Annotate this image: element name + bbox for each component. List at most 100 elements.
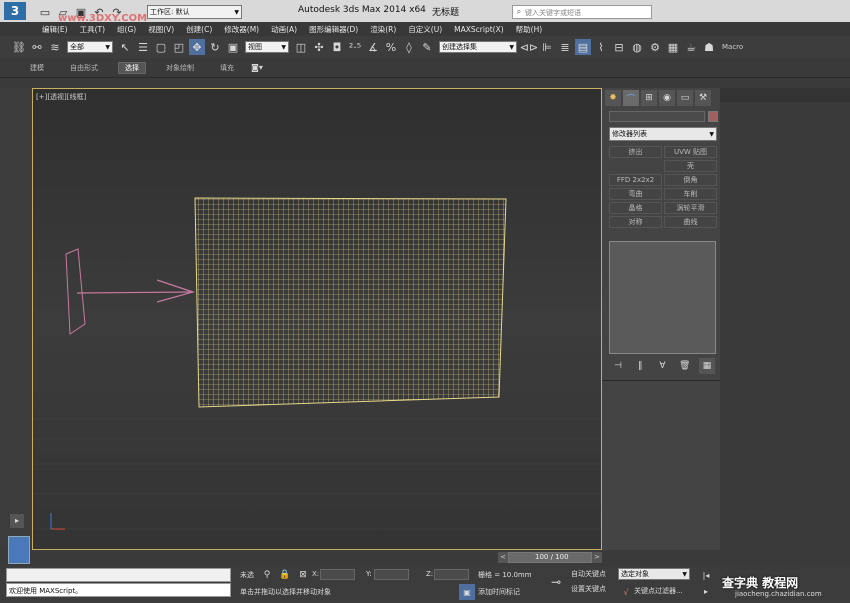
- search-input[interactable]: ⌕ 键入关键字或短语: [512, 5, 652, 19]
- macro-label[interactable]: Macro: [722, 43, 743, 51]
- tab-populate[interactable]: 填充: [214, 63, 240, 73]
- align-icon[interactable]: ⊫: [539, 39, 555, 55]
- snaps-toggle-icon[interactable]: ²·⁵: [347, 39, 363, 55]
- shell-button[interactable]: 壳: [664, 160, 717, 172]
- select-and-rotate-icon[interactable]: ↻: [207, 39, 223, 55]
- remove-modifier-icon[interactable]: 🗑: [677, 358, 693, 374]
- select-manipulate-icon[interactable]: ✣: [311, 39, 327, 55]
- time-slider-next[interactable]: >: [592, 552, 602, 563]
- workspace-select[interactable]: 工作区: 默认 ▼: [147, 5, 242, 19]
- ffd-button[interactable]: FFD 2x2x2: [609, 174, 662, 186]
- maxscript-listener-top[interactable]: [6, 568, 231, 582]
- modifier-stack[interactable]: [609, 241, 716, 354]
- set-key-button[interactable]: 设置关键点: [571, 584, 606, 594]
- perspective-viewport[interactable]: [+][透视][线框]: [32, 88, 602, 550]
- expand-left-button[interactable]: ▸: [10, 514, 24, 528]
- turbosmooth-button[interactable]: 涡轮平滑: [664, 202, 717, 214]
- key-mode-icon[interactable]: ⊸: [545, 574, 567, 590]
- tab-selection[interactable]: 选择: [118, 61, 146, 74]
- menu-item-rendering[interactable]: 渲染(R): [370, 24, 396, 35]
- angle-snap-icon[interactable]: ∡: [365, 39, 381, 55]
- menu-item-help[interactable]: 帮助(H): [516, 24, 543, 35]
- named-selection-set-select[interactable]: 创建选择集 ▼: [439, 41, 517, 53]
- tab-modeling[interactable]: 建模: [24, 63, 50, 73]
- menu-item-graph-editors[interactable]: 图形编辑器(D): [309, 24, 358, 35]
- object-color-swatch[interactable]: [708, 111, 718, 122]
- render-iterative-icon[interactable]: ☗: [701, 39, 717, 55]
- modify-tab-icon[interactable]: ⌒: [623, 90, 639, 106]
- selection-lock-icon[interactable]: 🔒: [277, 567, 293, 583]
- reference-coordinate-select[interactable]: 视图 ▼: [245, 41, 289, 53]
- time-tag-icon[interactable]: ▣: [459, 584, 475, 600]
- viewport-thumbnail[interactable]: [8, 536, 30, 564]
- render-production-icon[interactable]: ☕: [683, 39, 699, 55]
- menu-item-maxscript[interactable]: MAXScript(X): [454, 25, 503, 34]
- modifier-list-select[interactable]: 修改器列表 ▼: [609, 127, 717, 141]
- menu-item-modifiers[interactable]: 修改器(M): [224, 24, 259, 35]
- new-file-icon[interactable]: ▭: [37, 4, 53, 20]
- auto-key-button[interactable]: 自动关键点: [571, 569, 606, 579]
- extrude-button[interactable]: 挤出: [609, 146, 662, 158]
- display-tab-icon[interactable]: ▭: [677, 90, 693, 106]
- bind-space-warp-icon[interactable]: ≋: [47, 39, 63, 55]
- link-icon[interactable]: ⛓: [11, 39, 27, 55]
- layer-manager-icon[interactable]: ≣: [557, 39, 573, 55]
- z-coordinate-field[interactable]: [434, 569, 469, 580]
- schematic-view-icon[interactable]: ⊟: [611, 39, 627, 55]
- create-tab-icon[interactable]: ✸: [605, 90, 621, 106]
- menu-item-create[interactable]: 创建(C): [186, 24, 212, 35]
- time-slider-prev[interactable]: <: [498, 552, 508, 563]
- add-time-tag[interactable]: 添加时间标记: [478, 587, 520, 597]
- bend-button[interactable]: 弯曲: [609, 188, 662, 200]
- utilities-tab-icon[interactable]: ⚒: [695, 90, 711, 106]
- configure-modifier-sets-icon[interactable]: ▦: [699, 358, 715, 374]
- key-tangent-icon[interactable]: √: [618, 584, 634, 600]
- menu-item-views[interactable]: 视图(V): [148, 24, 174, 35]
- bevel-button[interactable]: 倒角: [664, 174, 717, 186]
- keyboard-shortcut-override-icon[interactable]: ◘: [329, 39, 345, 55]
- material-editor-icon[interactable]: ◍: [629, 39, 645, 55]
- curve-button[interactable]: 曲线: [664, 216, 717, 228]
- menu-item-tools[interactable]: 工具(T): [80, 24, 105, 35]
- menu-item-group[interactable]: 组(G): [117, 24, 136, 35]
- select-object-icon[interactable]: ↖: [117, 39, 133, 55]
- lattice-button[interactable]: 晶格: [609, 202, 662, 214]
- menu-item-edit[interactable]: 编辑(E): [42, 24, 68, 35]
- key-filters-button[interactable]: 关键点过滤器...: [634, 586, 683, 596]
- select-and-scale-icon[interactable]: ▣: [225, 39, 241, 55]
- ribbon-options-icon[interactable]: ◙▾: [249, 60, 265, 76]
- uvw-map-button[interactable]: UVW 贴图: [664, 146, 717, 158]
- hierarchy-tab-icon[interactable]: ⊞: [641, 90, 657, 106]
- show-end-result-icon[interactable]: ‖: [632, 358, 648, 374]
- key-selected-object-select[interactable]: 选定对象 ▼: [618, 568, 690, 580]
- tab-freeform[interactable]: 自由形式: [64, 63, 104, 73]
- time-slider[interactable]: 100 / 100: [508, 552, 592, 563]
- selection-filter-select[interactable]: 全部 ▼: [67, 41, 113, 53]
- go-to-start-icon[interactable]: |◂: [698, 567, 714, 583]
- make-unique-icon[interactable]: ∀: [655, 358, 671, 374]
- pivot-center-icon[interactable]: ◫: [293, 39, 309, 55]
- object-name-field[interactable]: [609, 111, 705, 122]
- app-logo-icon[interactable]: 3: [4, 2, 26, 20]
- select-by-name-icon[interactable]: ☰: [135, 39, 151, 55]
- graphite-toolbar-icon[interactable]: ▤: [575, 39, 591, 55]
- tab-object-paint[interactable]: 对象绘制: [160, 63, 200, 73]
- mirror-icon[interactable]: ⊲⊳: [520, 39, 538, 55]
- x-coordinate-field[interactable]: [320, 569, 355, 580]
- curve-editor-icon[interactable]: ⌇: [593, 39, 609, 55]
- motion-tab-icon[interactable]: ◉: [659, 90, 675, 106]
- edit-named-selection-icon[interactable]: ✎: [419, 39, 435, 55]
- play-animation-icon[interactable]: ▸: [698, 583, 714, 599]
- render-setup-icon[interactable]: ⚙: [647, 39, 663, 55]
- absolute-mode-icon[interactable]: ⊠: [295, 567, 311, 583]
- menu-item-customize[interactable]: 自定义(U): [408, 24, 442, 35]
- unlink-icon[interactable]: ⚯: [29, 39, 45, 55]
- maxscript-listener[interactable]: 欢迎使用 MAXScript。: [6, 583, 231, 597]
- spinner-snap-icon[interactable]: ◊: [401, 39, 417, 55]
- isolate-selection-icon[interactable]: ⚲: [259, 567, 275, 583]
- percent-snap-icon[interactable]: %: [383, 39, 399, 55]
- window-crossing-icon[interactable]: ◰: [171, 39, 187, 55]
- menu-item-animation[interactable]: 动画(A): [271, 24, 297, 35]
- pin-stack-icon[interactable]: ⊣: [610, 358, 626, 374]
- y-coordinate-field[interactable]: [374, 569, 409, 580]
